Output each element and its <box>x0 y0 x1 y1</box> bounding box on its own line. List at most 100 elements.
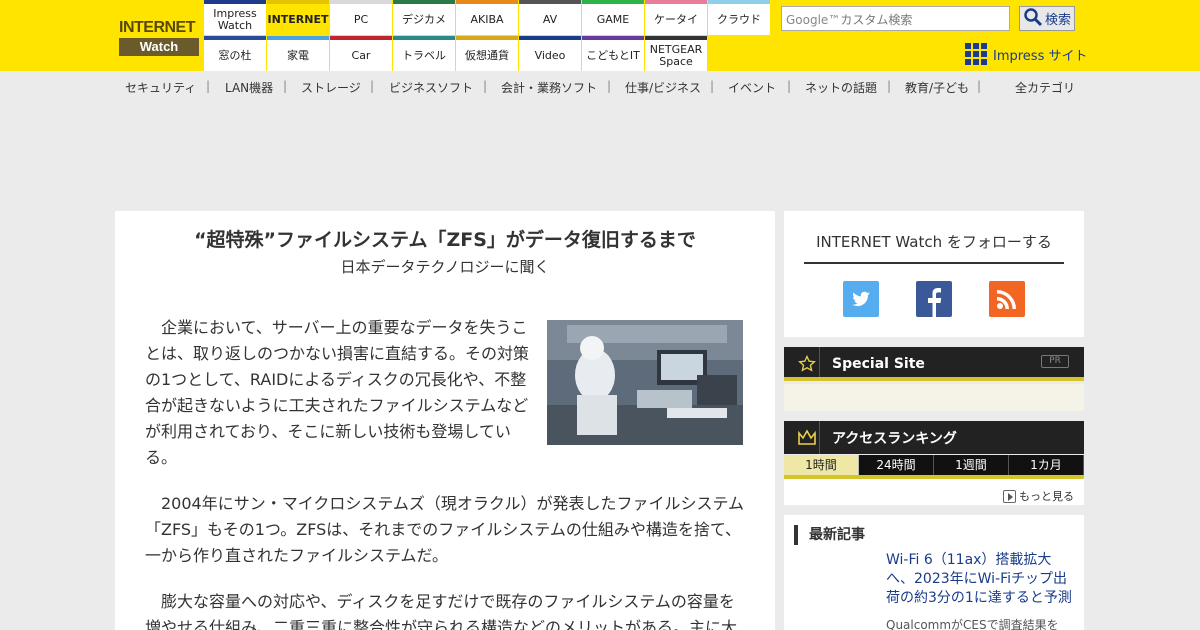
nav-label: 窓の杜 <box>218 48 252 62</box>
search-button[interactable]: 検索 <box>1019 6 1075 31</box>
nav-kodomo-it[interactable]: こどもとIT <box>582 36 644 71</box>
nav-label: NETGEAR Space <box>649 42 703 68</box>
category-separator: | <box>206 79 211 93</box>
category-event[interactable]: イベント <box>728 79 776 96</box>
nav-label: デジカメ <box>402 12 446 26</box>
nav-label: AKIBA <box>470 12 504 26</box>
nav-label: クラウド <box>717 12 761 26</box>
article-paragraph: 2004年にサン・マイクロシステムズ（現オラクル）が発表したファイルシステム「Z… <box>145 494 744 565</box>
google-mark: Google™ <box>786 13 841 27</box>
nav-label: GAME <box>596 12 630 26</box>
star-icon <box>794 347 820 380</box>
ranking-title: アクセスランキング <box>832 430 957 447</box>
search-icon <box>1023 7 1043 31</box>
category-separator: | <box>787 79 792 93</box>
site-logo[interactable]: INTERNET Watch <box>119 19 199 56</box>
ranking-tab-24h[interactable]: 24時間 <box>859 455 934 475</box>
nav-label: AV <box>542 12 558 26</box>
category-all[interactable]: 全カテゴリ <box>1015 79 1075 96</box>
category-separator: | <box>283 79 288 93</box>
nav-av[interactable]: AV <box>519 0 581 35</box>
site-nav-grid: Impress Watch INTERNET PC デジカメ AKIBA AV … <box>204 0 771 71</box>
ranking-tab-1m[interactable]: 1カ月 <box>1009 455 1084 475</box>
site-header: INTERNET Watch Impress Watch INTERNET PC… <box>0 0 1200 71</box>
search-button-label: 検索 <box>1044 13 1071 28</box>
nav-impress-watch[interactable]: Impress Watch <box>204 0 266 35</box>
logo-top-text: INTERNET <box>119 19 196 36</box>
follow-box: INTERNET Watch をフォローする <box>784 211 1084 337</box>
category-separator: | <box>607 79 612 93</box>
category-business-soft[interactable]: ビジネスソフト <box>389 79 473 96</box>
category-lan[interactable]: LAN機器 <box>225 79 273 96</box>
nav-kaden[interactable]: 家電 <box>267 36 329 71</box>
article-photo[interactable] <box>547 320 743 445</box>
nav-internet[interactable]: INTERNET <box>267 0 329 35</box>
ranking-tab-1h[interactable]: 1時間 <box>784 455 859 475</box>
impress-sites-link[interactable]: Impress サイト <box>965 42 1088 66</box>
category-net-topics[interactable]: ネットの話題 <box>805 79 877 96</box>
article-card: “超特殊”ファイルシステム「ZFS」がデータ復旧するまで 日本データテクノロジー… <box>115 211 775 630</box>
category-separator: | <box>977 79 982 93</box>
more-link[interactable]: もっと見る <box>1003 488 1074 504</box>
nav-label: トラベル <box>402 48 446 62</box>
nav-label: Car <box>351 48 371 62</box>
nav-keitai[interactable]: ケータイ <box>645 0 707 35</box>
nav-cloud[interactable]: クラウド <box>708 0 770 35</box>
impress-sites-label: Impress サイト <box>993 48 1088 64</box>
category-security[interactable]: セキュリティ <box>125 79 196 96</box>
nav-crypto[interactable]: 仮想通貨 <box>456 36 518 71</box>
category-separator: | <box>887 79 892 93</box>
article-subtitle: 日本データテクノロジーに聞く <box>340 258 550 276</box>
article-paragraph: 企業において、サーバー上の重要なデータを失うことは、取り返しのつかない損害に直結… <box>145 318 530 467</box>
ranking-tabs: 1時間 24時間 1週間 1カ月 <box>784 455 1084 475</box>
nav-label: Video <box>534 48 566 62</box>
nav-netgear-space[interactable]: NETGEAR Space <box>645 36 707 71</box>
follow-title: INTERNET Watch をフォローする <box>804 231 1064 264</box>
special-site-header: Special Site <box>784 347 1084 380</box>
nav-akiba[interactable]: AKIBA <box>456 0 518 35</box>
nav-madonomori[interactable]: 窓の杜 <box>204 36 266 71</box>
rss-icon[interactable] <box>989 281 1025 317</box>
category-education[interactable]: 教育/子ども <box>905 79 969 96</box>
nav-car[interactable]: Car <box>330 36 392 71</box>
nav-label: Impress Watch <box>213 6 257 32</box>
nav-video[interactable]: Video <box>519 36 581 71</box>
ranking-tab-1w[interactable]: 1週間 <box>934 455 1009 475</box>
crown-icon <box>794 421 820 454</box>
nav-label: INTERNET <box>267 12 329 26</box>
category-work-business[interactable]: 仕事/ビジネス <box>625 79 701 96</box>
category-separator: | <box>370 79 375 93</box>
nav-label: PC <box>353 12 369 26</box>
nav-label: こどもとIT <box>586 48 640 62</box>
special-site-title: Special Site <box>832 355 925 372</box>
ranking-header: アクセスランキング <box>784 421 1084 454</box>
nav-pc[interactable]: PC <box>330 0 392 35</box>
nav-dejikame[interactable]: デジカメ <box>393 0 455 35</box>
play-icon <box>1003 489 1016 503</box>
category-storage[interactable]: ストレージ <box>301 79 361 96</box>
category-separator: | <box>710 79 715 93</box>
article-paragraph: 膨大な容量への対応や、ディスクを足すだけで既存のファイルシステムの容量を増やせる… <box>145 592 738 630</box>
twitter-icon[interactable] <box>843 281 879 317</box>
special-site-body <box>784 384 1084 411</box>
latest-heading: 最新記事 <box>794 525 865 545</box>
nav-label: 仮想通貨 <box>465 48 509 62</box>
logo-bottom-text: Watch <box>119 38 199 56</box>
special-underline <box>784 377 1084 381</box>
latest-articles: 最新記事 Wi-Fi 6（11ax）搭載拡大へ、2023年にWi-Fiチップ出荷… <box>784 515 1084 630</box>
nav-label: ケータイ <box>654 12 698 26</box>
category-separator: | <box>483 79 488 93</box>
grid-icon <box>965 43 987 65</box>
more-label: もっと見る <box>1019 490 1074 503</box>
article-title: “超特殊”ファイルシステム「ZFS」がデータ復旧するまで <box>194 229 696 251</box>
facebook-icon[interactable] <box>916 281 952 317</box>
nav-label: 家電 <box>287 48 309 62</box>
nav-game[interactable]: GAME <box>582 0 644 35</box>
ranking-body: もっと見る <box>784 479 1084 505</box>
category-accounting[interactable]: 会計・業務ソフト <box>501 79 597 96</box>
pr-badge: PR <box>1041 355 1069 368</box>
latest-article-link[interactable]: Wi-Fi 6（11ax）搭載拡大へ、2023年にWi-Fiチップ出荷の約3分の… <box>886 551 1078 608</box>
nav-travel[interactable]: トラベル <box>393 36 455 71</box>
search-input[interactable]: Google™カスタム検索 <box>781 6 1010 31</box>
latest-article-desc: QualcommがCESで調査結果を <box>886 618 1059 630</box>
